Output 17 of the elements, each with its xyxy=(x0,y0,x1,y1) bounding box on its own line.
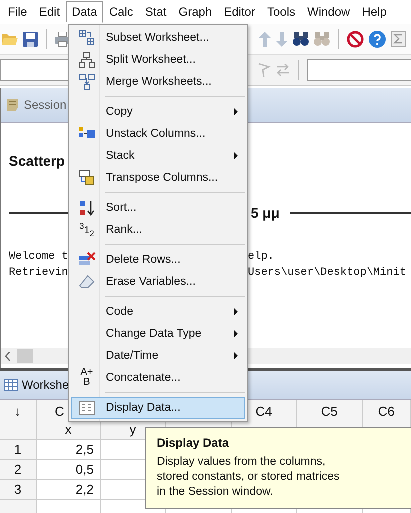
menu-item-icon: $^{3}$1$_{2}$ xyxy=(79,222,95,238)
session-output-text: Retrievin xyxy=(9,267,68,281)
table-cell: 2,5 xyxy=(37,440,101,460)
row-number: 1 xyxy=(0,440,37,460)
table-cell: 2,2 xyxy=(37,480,101,500)
tooltip-text: Display values from the columns, stored constants, or stored matrices in the Session window. xyxy=(157,455,341,500)
row-number: 3 xyxy=(0,480,37,500)
session-output-text: elp. xyxy=(248,251,274,265)
row-number: 2 xyxy=(0,460,37,480)
session-heading: Scatterp xyxy=(9,153,66,169)
session-title: Session xyxy=(24,98,67,112)
worksheet-title: Workshe xyxy=(22,378,70,392)
section-title: 5 μμ xyxy=(251,205,280,221)
session-output-text: Welcome t xyxy=(9,251,68,265)
table-cell: 0,5 xyxy=(37,460,101,480)
menu-item-icon: A+ B xyxy=(79,368,95,388)
session-output-text: Users\user\Desktop\Minit xyxy=(248,267,406,281)
